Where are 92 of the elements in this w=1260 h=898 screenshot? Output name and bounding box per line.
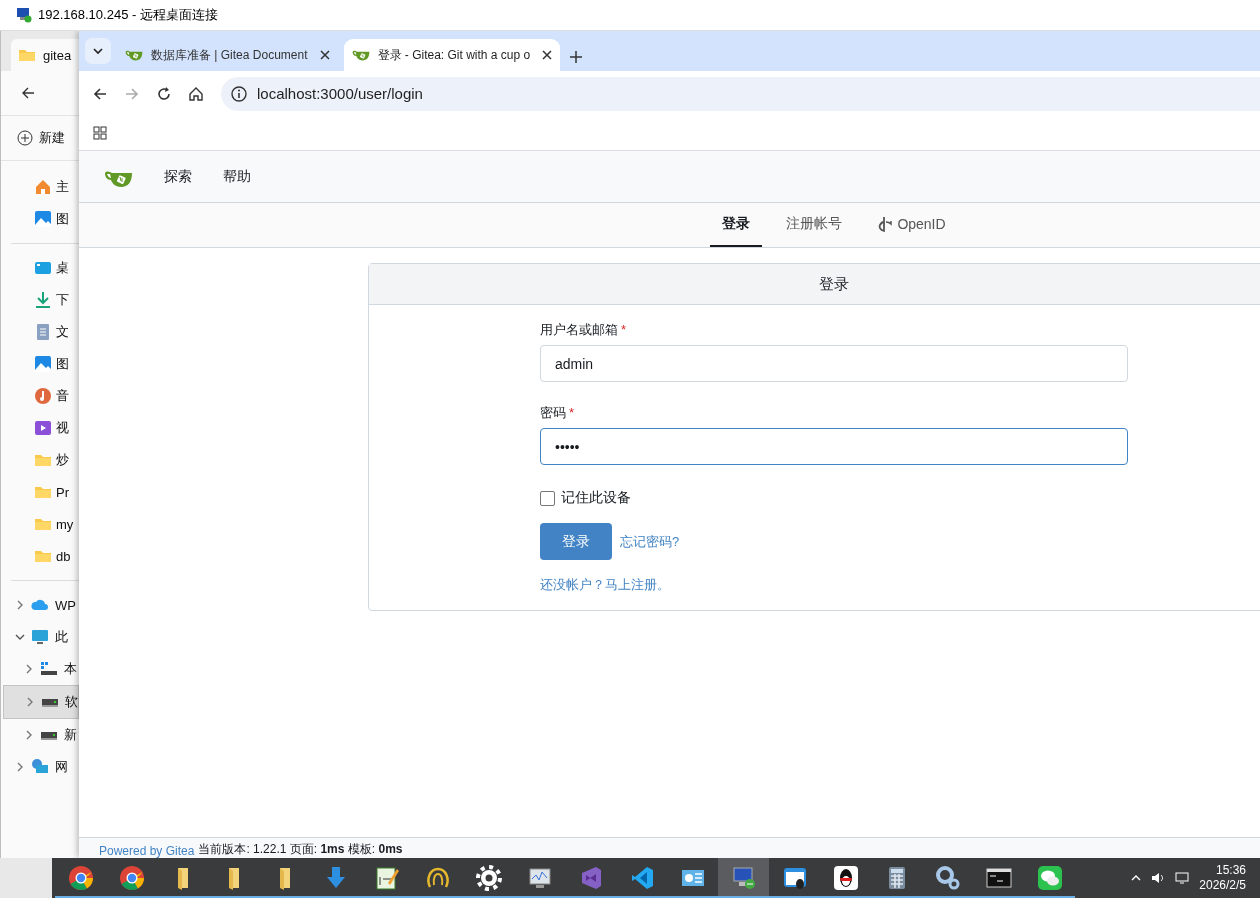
drive-icon bbox=[40, 660, 58, 678]
checkbox-label[interactable]: 记住此设备 bbox=[561, 489, 631, 507]
tree-item[interactable]: 网 bbox=[3, 751, 79, 783]
penguin-icon bbox=[832, 865, 859, 891]
tree-item[interactable]: WP bbox=[3, 589, 79, 621]
openid-icon bbox=[878, 216, 893, 232]
nav-link[interactable]: 帮助 bbox=[223, 167, 251, 186]
notepad-icon bbox=[373, 865, 400, 891]
auth-tab[interactable]: 注册帐号 bbox=[774, 203, 855, 247]
version-info: 当前版本: 1.22.1 页面: 1ms 模板: 0ms bbox=[198, 841, 403, 858]
monitor-icon[interactable] bbox=[1175, 871, 1190, 885]
browser-icon bbox=[118, 865, 145, 891]
settings-icon bbox=[475, 865, 502, 891]
sidebar-item[interactable]: 主 bbox=[1, 171, 79, 203]
cup-logo-icon bbox=[125, 48, 143, 62]
tree-item[interactable]: 新 bbox=[3, 719, 79, 751]
clock-time[interactable]: 15:36 bbox=[1215, 863, 1246, 878]
reload-icon[interactable] bbox=[157, 86, 171, 101]
card-header: 登录 bbox=[369, 264, 1260, 305]
download-icon bbox=[34, 291, 52, 309]
auth-tab[interactable]: 登录 bbox=[710, 203, 763, 247]
cup-logo-icon bbox=[351, 48, 370, 62]
picture-icon bbox=[34, 210, 52, 228]
powered-by-link[interactable]: Powered by Gitea bbox=[99, 844, 195, 858]
browser-tab[interactable]: 登录 - Gitea: Git with a cup o bbox=[343, 39, 561, 71]
auth-tab[interactable]: OpenID bbox=[866, 203, 958, 247]
sidebar-item[interactable]: 图 bbox=[1, 203, 79, 235]
sidebar-item[interactable]: 音 bbox=[1, 380, 79, 412]
required-mark: * bbox=[569, 405, 575, 420]
browser-icon bbox=[67, 865, 94, 891]
chevron-right-icon[interactable] bbox=[15, 762, 25, 772]
login-button[interactable]: 登录 bbox=[540, 523, 612, 560]
back-arrow-icon[interactable] bbox=[21, 86, 35, 100]
chevron-right-icon[interactable] bbox=[24, 664, 34, 674]
required-mark: * bbox=[621, 322, 627, 337]
sidebar-item[interactable]: 桌 bbox=[1, 252, 79, 284]
music-icon bbox=[34, 387, 52, 405]
chat-bubble-icon bbox=[1036, 865, 1063, 891]
checkbox[interactable] bbox=[540, 490, 555, 506]
speaker-icon[interactable] bbox=[1151, 871, 1166, 885]
tree-item[interactable]: 此 bbox=[3, 621, 79, 653]
browser-tab[interactable]: 数据库准备 | Gitea Document bbox=[117, 39, 338, 71]
apps-grid-icon[interactable] bbox=[93, 126, 107, 140]
chevron-right-icon[interactable] bbox=[24, 730, 34, 740]
document-icon bbox=[34, 323, 52, 341]
chevron-right-icon[interactable] bbox=[15, 600, 25, 610]
back-arrow-icon[interactable] bbox=[93, 86, 107, 101]
info-icon bbox=[231, 85, 247, 102]
tree-item[interactable]: 软 bbox=[3, 685, 79, 719]
forgot-password-link[interactable]: 忘记密码? bbox=[620, 532, 680, 551]
chevron-up-icon[interactable] bbox=[1131, 873, 1142, 883]
address-bar[interactable]: localhost:3000/user/login bbox=[221, 76, 1260, 111]
sidebar-item[interactable]: Pr bbox=[1, 476, 79, 508]
new-tab-icon[interactable] bbox=[570, 51, 583, 63]
input-field[interactable]: ••••• bbox=[540, 428, 1128, 465]
sidebar-item[interactable]: 炒 bbox=[1, 444, 79, 476]
chevron-down-icon bbox=[93, 46, 103, 56]
register-link[interactable]: 还没帐户？马上注册。 bbox=[540, 577, 670, 592]
desktop-icon bbox=[34, 259, 52, 277]
sidebar-item[interactable]: 图 bbox=[1, 348, 79, 380]
network-icon bbox=[31, 758, 49, 776]
home-icon bbox=[34, 178, 52, 196]
terminal-icon bbox=[985, 865, 1012, 891]
monitor-chart-icon bbox=[526, 865, 553, 891]
plus-icon bbox=[17, 130, 33, 146]
window-icon bbox=[781, 865, 808, 891]
chevron-down-icon[interactable] bbox=[15, 632, 25, 642]
clock-date[interactable]: 2026/2/5 bbox=[1199, 878, 1246, 893]
gears-icon bbox=[934, 865, 961, 891]
sidebar-item[interactable]: my bbox=[1, 508, 79, 540]
sidebar-item[interactable]: 文 bbox=[1, 316, 79, 348]
chevron-right-icon[interactable] bbox=[25, 697, 35, 707]
tab-list-button[interactable] bbox=[85, 38, 111, 64]
nav-link[interactable]: 探索 bbox=[164, 167, 192, 186]
field-label: 用户名或邮箱 * bbox=[540, 321, 628, 339]
new-button[interactable]: 新建 bbox=[17, 129, 65, 147]
video-icon bbox=[34, 419, 52, 437]
remote-desktop-icon bbox=[730, 865, 757, 891]
picture-icon bbox=[34, 355, 52, 373]
remote-desktop-icon bbox=[16, 7, 32, 23]
close-icon[interactable] bbox=[319, 50, 330, 60]
input-field[interactable]: admin bbox=[540, 345, 1128, 382]
home-icon[interactable] bbox=[189, 86, 203, 101]
tree-item[interactable]: 本 bbox=[3, 653, 79, 685]
explorer-tab[interactable]: gitea bbox=[11, 39, 79, 71]
sidebar-item[interactable]: 视 bbox=[1, 412, 79, 444]
window-title: 192.168.10.245 - 远程桌面连接 bbox=[38, 6, 218, 24]
monitor-icon bbox=[31, 628, 49, 646]
sidebar-item[interactable]: 下 bbox=[1, 284, 79, 316]
field-label: 密码 * bbox=[540, 404, 576, 422]
close-icon[interactable] bbox=[542, 50, 553, 60]
sidebar-item[interactable]: db bbox=[1, 540, 79, 572]
